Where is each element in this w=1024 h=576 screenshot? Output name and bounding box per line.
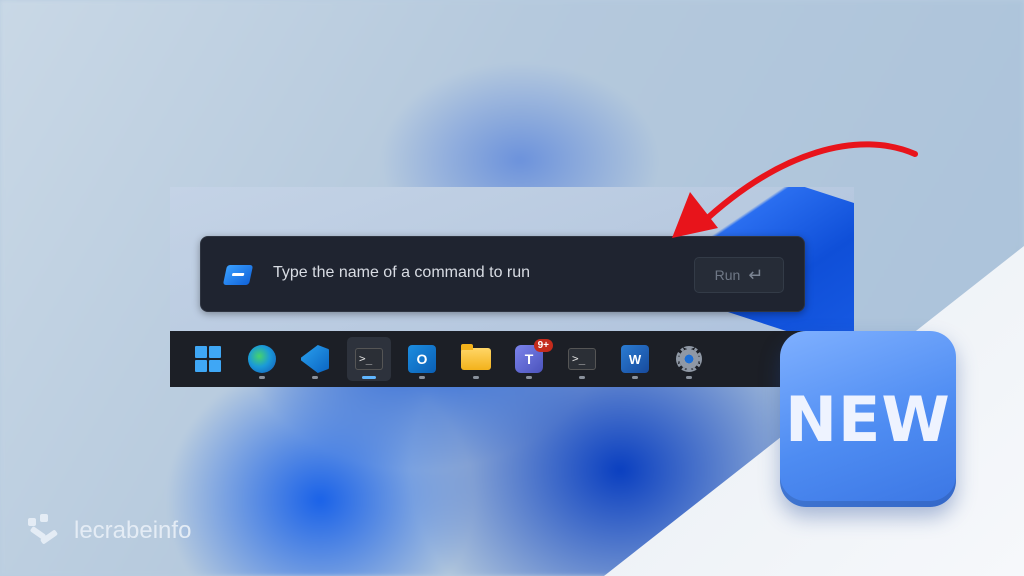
red-arrow-icon [672, 141, 918, 238]
taskbar-item-vscode[interactable] [293, 337, 337, 381]
run-button-label: Run [714, 267, 741, 283]
running-indicator [419, 376, 425, 379]
running-indicator [259, 376, 265, 379]
return-icon: ↵ [748, 264, 764, 285]
running-indicator [632, 376, 638, 379]
terminal-icon: >_ [355, 348, 383, 370]
vscode-icon [301, 345, 329, 373]
start-button[interactable] [186, 337, 230, 381]
taskbar-item-terminal[interactable]: >_ [560, 337, 604, 381]
brand-name: lecrabeinfo [74, 517, 192, 544]
outlook-icon: O [408, 345, 436, 373]
taskbar-item-teams[interactable]: T 9+ [507, 337, 553, 381]
running-indicator [312, 376, 318, 379]
taskbar-item-terminal-active[interactable]: >_ [347, 337, 391, 381]
taskbar-item-edge[interactable] [240, 337, 284, 381]
taskbar-item-file-explorer[interactable] [454, 337, 498, 381]
running-indicator [579, 376, 585, 379]
terminal-icon: >_ [568, 348, 596, 370]
run-app-icon [222, 265, 254, 285]
brand-watermark: lecrabeinfo [26, 512, 191, 550]
windows-logo-icon [195, 346, 221, 372]
folder-icon [461, 344, 491, 370]
run-input[interactable]: Type the name of a command to run [273, 264, 530, 282]
teams-glyph: T [524, 351, 534, 367]
notification-badge: 9+ [533, 339, 553, 352]
teams-icon: T 9+ [515, 339, 553, 373]
taskbar-item-word[interactable]: W [613, 337, 657, 381]
running-indicator [473, 376, 479, 379]
brand-logo-icon [26, 512, 64, 550]
taskbar-item-settings[interactable] [667, 337, 711, 381]
word-icon: W [621, 345, 649, 373]
taskbar: >_ O T 9+ >_ W [170, 331, 854, 387]
taskbar-item-outlook[interactable]: O [400, 337, 444, 381]
running-indicator [686, 376, 692, 379]
gear-icon [676, 346, 702, 372]
active-indicator [362, 376, 376, 379]
edge-icon [248, 345, 276, 373]
running-indicator [526, 376, 532, 379]
new-badge: NEW [780, 331, 956, 507]
run-button[interactable]: Run ↵ [694, 257, 784, 293]
